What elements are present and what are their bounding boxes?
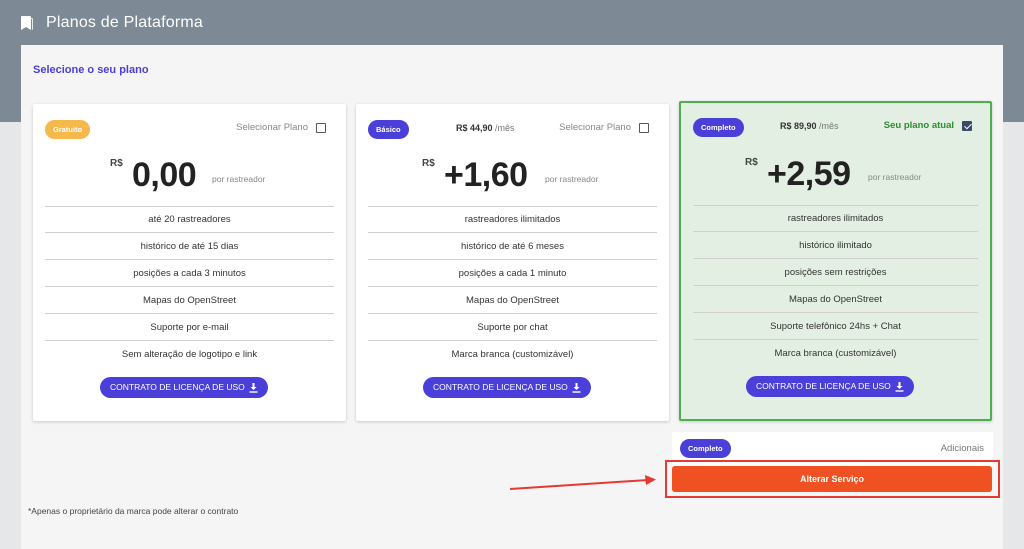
feature-item: Suporte por e-mail bbox=[45, 314, 334, 341]
monthly-price: R$ 89,90 /mês bbox=[780, 121, 839, 131]
license-button-label: CONTRATO DE LICENÇA DE USO bbox=[433, 382, 568, 392]
addons-label[interactable]: Adicionais bbox=[941, 443, 984, 454]
addons-plan-badge: Completo bbox=[680, 439, 731, 458]
page-title: Planos de Plataforma bbox=[46, 13, 203, 31]
current-plan-indicator[interactable]: Seu plano atual bbox=[884, 120, 972, 131]
feature-item: Marca branca (customizável) bbox=[774, 348, 897, 359]
plan-badge: Completo bbox=[693, 118, 744, 137]
feature-list: até 20 rastreadores histórico de até 15 … bbox=[45, 206, 334, 368]
price-unit: por rastreador bbox=[868, 172, 922, 182]
alter-service-button[interactable]: Alterar Serviço bbox=[672, 466, 992, 492]
monthly-price: R$ 44,90 /mês bbox=[456, 123, 515, 133]
feature-item: Mapas do OpenStreet bbox=[693, 286, 978, 313]
plan-card-basico: Básico R$ 44,90 /mês Selecionar Plano R$… bbox=[356, 104, 669, 421]
download-icon bbox=[572, 382, 581, 393]
feature-item: posições a cada 1 minuto bbox=[368, 260, 657, 287]
feature-item: histórico ilimitado bbox=[693, 232, 978, 259]
currency-label: R$ bbox=[745, 157, 758, 168]
feature-list: rastreadores ilimitados histórico ilimit… bbox=[693, 205, 978, 367]
feature-item: histórico de até 15 dias bbox=[45, 233, 334, 260]
price-amount: +2,59 bbox=[767, 155, 851, 193]
plan-card-completo: Completo R$ 89,90 /mês Seu plano atual R… bbox=[679, 101, 992, 421]
price-unit: por rastreador bbox=[545, 174, 599, 184]
plan-badge: Gratuito bbox=[45, 120, 91, 139]
license-button-label: CONTRATO DE LICENÇA DE USO bbox=[110, 382, 245, 392]
plan-price: R$ +2,59 por rastreador bbox=[681, 155, 990, 199]
feature-item: posições a cada 3 minutos bbox=[45, 260, 334, 287]
feature-item: Sem alteração de logotipo e link bbox=[121, 349, 258, 360]
feature-item: histórico de até 6 meses bbox=[368, 233, 657, 260]
monthly-price-value: R$ 89,90 bbox=[780, 121, 817, 131]
feature-item: Mapas do OpenStreet bbox=[368, 287, 657, 314]
section-subtitle: Selecione o seu plano bbox=[33, 64, 149, 76]
select-plan-label: Selecionar Plano bbox=[559, 122, 631, 133]
select-plan-checkbox[interactable] bbox=[639, 122, 649, 133]
select-plan-checkbox[interactable] bbox=[316, 122, 326, 133]
plan-price: R$ +1,60 por rastreador bbox=[356, 156, 669, 200]
current-plan-checkbox[interactable] bbox=[962, 120, 972, 131]
license-button-label: CONTRATO DE LICENÇA DE USO bbox=[756, 381, 891, 391]
monthly-price-suffix: /mês bbox=[495, 123, 515, 133]
license-contract-button[interactable]: CONTRATO DE LICENÇA DE USO bbox=[746, 376, 914, 397]
feature-item: rastreadores ilimitados bbox=[368, 206, 657, 233]
page-header: Planos de Plataforma bbox=[0, 0, 1024, 45]
price-amount: 0,00 bbox=[132, 156, 197, 194]
feature-item: Mapas do OpenStreet bbox=[45, 287, 334, 314]
current-plan-label: Seu plano atual bbox=[883, 120, 954, 131]
plan-badge: Básico bbox=[368, 120, 409, 139]
monthly-price-suffix: /mês bbox=[819, 121, 839, 131]
license-contract-button[interactable]: CONTRATO DE LICENÇA DE USO bbox=[100, 377, 268, 398]
feature-item: até 20 rastreadores bbox=[45, 206, 334, 233]
footnote: *Apenas o proprietário da marca pode alt… bbox=[28, 506, 239, 516]
feature-item: Suporte por chat bbox=[368, 314, 657, 341]
select-plan-toggle[interactable]: Selecionar Plano bbox=[559, 122, 649, 133]
plan-card-gratuito: Gratuito Selecionar Plano R$ 0,00 por ra… bbox=[33, 104, 346, 421]
download-icon bbox=[895, 381, 904, 392]
license-contract-button[interactable]: CONTRATO DE LICENÇA DE USO bbox=[423, 377, 591, 398]
feature-item: Marca branca (customizável) bbox=[451, 349, 574, 360]
plan-price: R$ 0,00 por rastreador bbox=[33, 156, 346, 200]
feature-list: rastreadores ilimitados histórico de até… bbox=[368, 206, 657, 368]
price-unit: por rastreador bbox=[212, 174, 266, 184]
download-icon bbox=[249, 382, 258, 393]
feature-item: posições sem restrições bbox=[693, 259, 978, 286]
feature-item: rastreadores ilimitados bbox=[693, 205, 978, 232]
bookmark-icon bbox=[20, 15, 34, 31]
feature-item: Suporte telefônico 24hs + Chat bbox=[693, 313, 978, 340]
monthly-price-value: R$ 44,90 bbox=[456, 123, 493, 133]
price-amount: +1,60 bbox=[444, 156, 528, 194]
currency-label: R$ bbox=[110, 158, 123, 169]
currency-label: R$ bbox=[422, 158, 435, 169]
select-plan-label: Selecionar Plano bbox=[236, 122, 308, 133]
select-plan-toggle[interactable]: Selecionar Plano bbox=[236, 122, 326, 133]
